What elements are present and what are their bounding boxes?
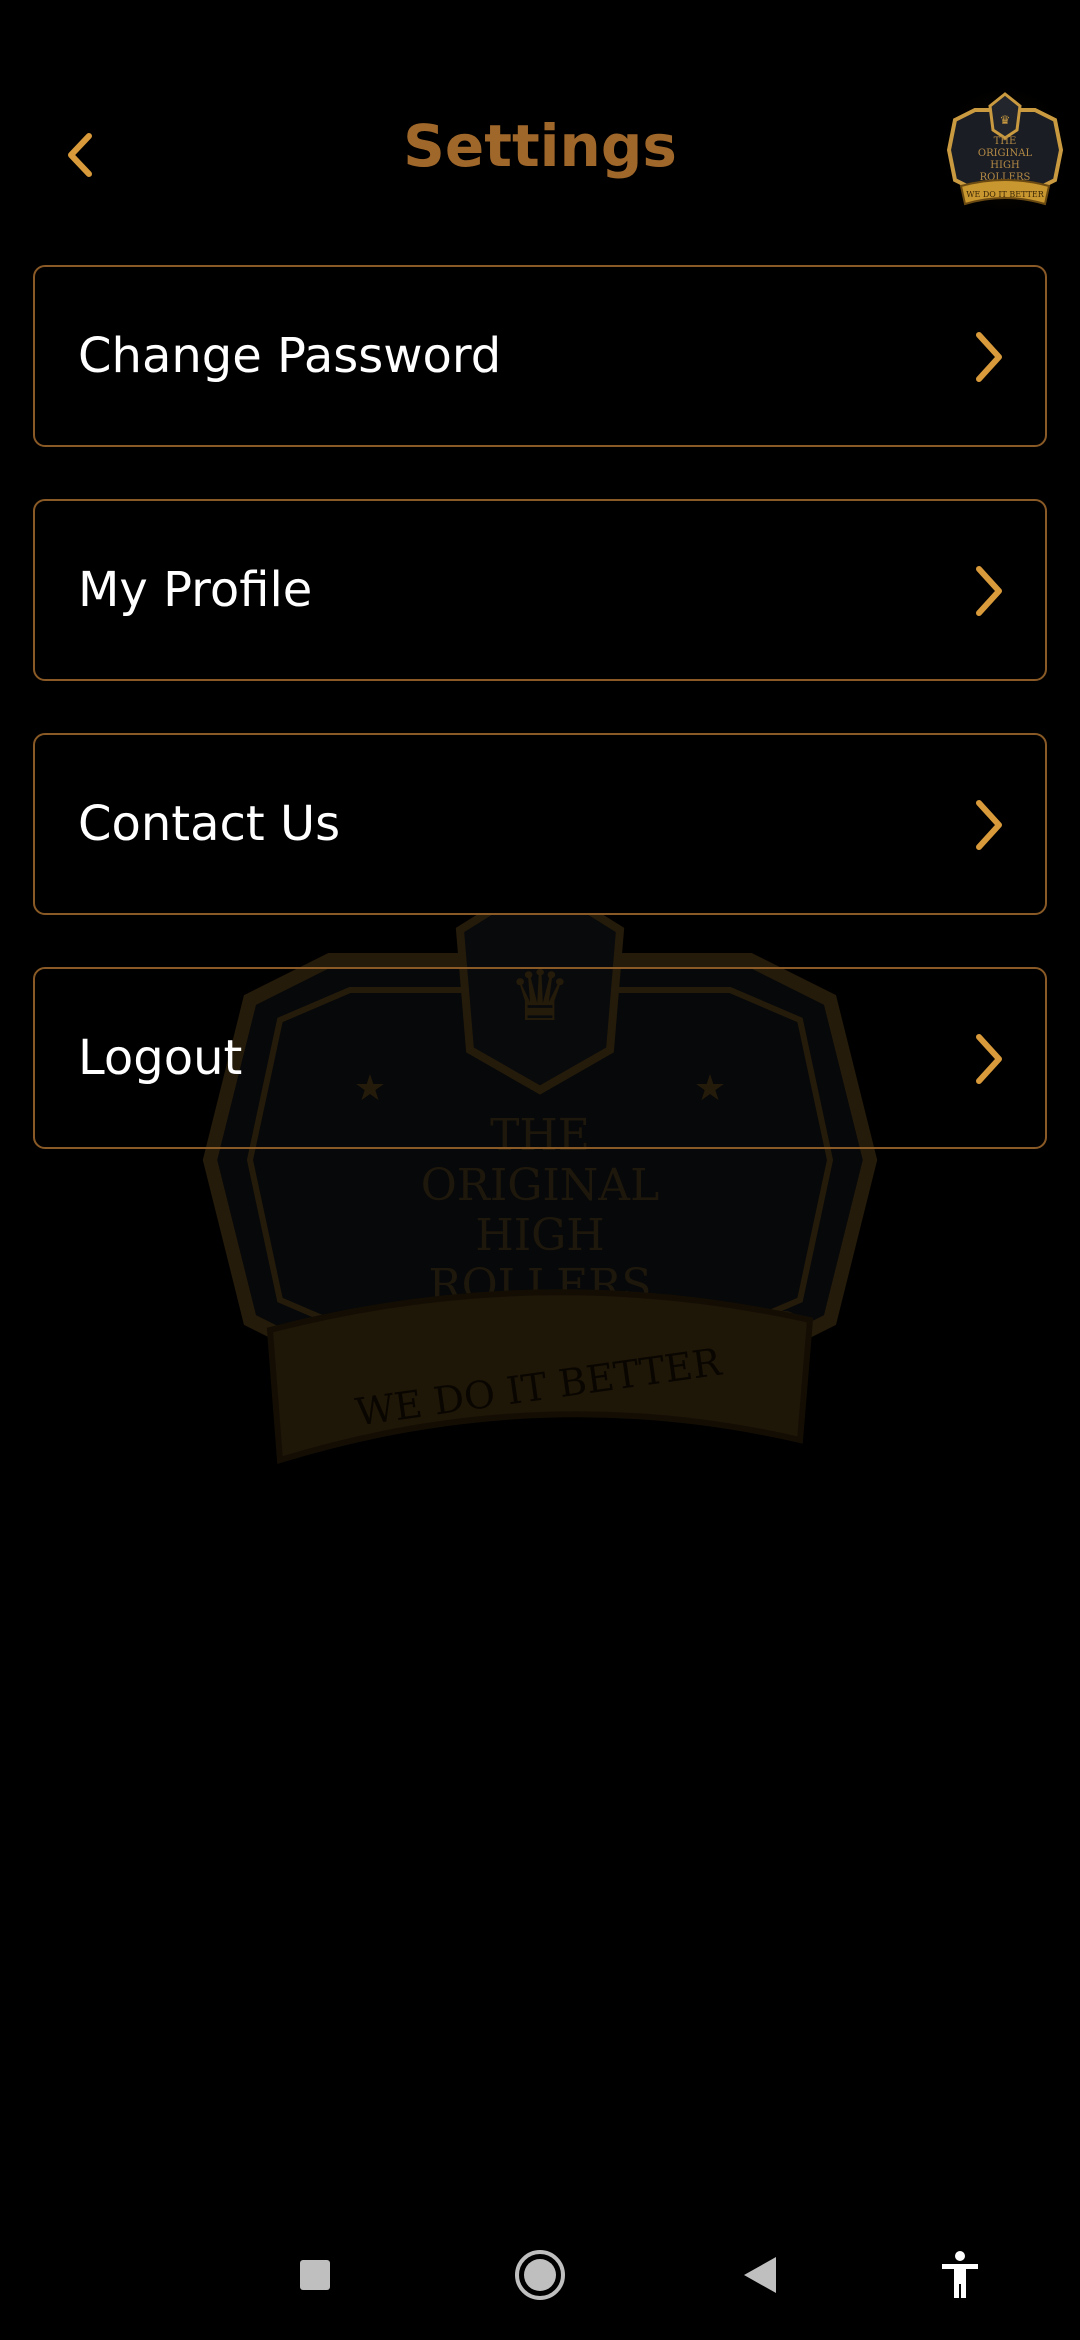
change-password-item[interactable]: Change Password xyxy=(33,265,1047,447)
settings-menu: Change Password My Profile Contact Us Lo… xyxy=(33,265,1047,1201)
svg-text:THE: THE xyxy=(994,136,1017,147)
system-nav-bar xyxy=(0,2210,1080,2340)
home-icon xyxy=(515,2250,565,2300)
contact-us-item[interactable]: Contact Us xyxy=(33,733,1047,915)
accessibility-button[interactable] xyxy=(920,2235,1000,2315)
page-title: Settings xyxy=(403,112,677,180)
home-button[interactable] xyxy=(500,2235,580,2315)
logout-item[interactable]: Logout xyxy=(33,967,1047,1149)
menu-item-label: Logout xyxy=(78,1030,243,1086)
chevron-right-icon xyxy=(976,800,1002,850)
back-icon xyxy=(744,2257,776,2293)
chevron-right-icon xyxy=(976,566,1002,616)
svg-text:♛: ♛ xyxy=(1000,113,1011,127)
chevron-right-icon xyxy=(976,1034,1002,1084)
recents-button[interactable] xyxy=(275,2235,355,2315)
header: Settings ♛ THE ORIGINAL HIGH ROLLERS WE … xyxy=(0,0,1080,250)
menu-item-label: My Profile xyxy=(78,562,313,618)
svg-text:ORIGINAL: ORIGINAL xyxy=(978,148,1033,159)
menu-item-label: Change Password xyxy=(78,328,502,384)
svg-text:HIGH: HIGH xyxy=(990,160,1020,171)
my-profile-item[interactable]: My Profile xyxy=(33,499,1047,681)
accessibility-icon xyxy=(942,2251,978,2298)
brand-logo[interactable]: ♛ THE ORIGINAL HIGH ROLLERS WE DO IT BET… xyxy=(935,80,1075,220)
system-back-button[interactable] xyxy=(720,2235,800,2315)
recents-icon xyxy=(300,2260,330,2290)
svg-text:HIGH: HIGH xyxy=(475,1210,604,1261)
svg-text:WE DO IT BETTER: WE DO IT BETTER xyxy=(966,190,1045,199)
menu-item-label: Contact Us xyxy=(78,796,341,852)
chevron-right-icon xyxy=(976,332,1002,382)
